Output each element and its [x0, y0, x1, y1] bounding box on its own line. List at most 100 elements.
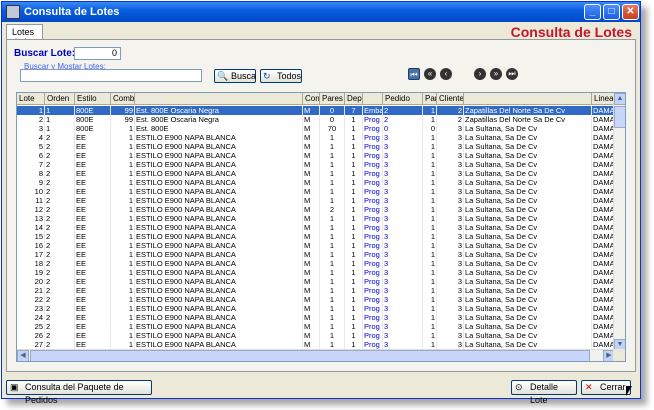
table-row[interactable]: 13 2 EE 1 ESTILO E900 NAPA BLANCA M 1 1 Prog 3 1 3 L… — [17, 214, 616, 223]
table-row[interactable]: 1 1 800E 99 Est. 800E Oscaria Negra M 0 7 Emba 2 1… — [17, 106, 616, 115]
next-record-icon[interactable]: › — [474, 68, 486, 80]
todos-button[interactable]: ↻ Todos — [260, 69, 302, 83]
table-row[interactable]: 25 2 EE 1 ESTILO E900 NAPA BLANCA M 1 1 Prog 3 1 3 L… — [17, 322, 616, 331]
buscar-mostrar-input[interactable] — [20, 69, 202, 82]
last-record-icon[interactable]: ⏭ — [506, 68, 518, 80]
maximize-button[interactable]: □ — [603, 4, 620, 20]
column-header[interactable]: Orden — [45, 93, 75, 105]
column-header[interactable]: Dep. — [345, 93, 363, 105]
table-cell: 14 — [17, 223, 45, 232]
table-cell: 1 — [423, 259, 437, 268]
table-row[interactable]: 5 2 EE 1 ESTILO E900 NAPA BLANCA M 1 1 Prog 3 1 3 La… — [17, 142, 616, 151]
column-header[interactable]: Estilo — [75, 93, 111, 105]
cerrar-button[interactable]: ✕ Cerrar — [581, 380, 631, 395]
close-window-button[interactable]: ✕ — [622, 4, 639, 20]
table-cell: ESTILO E900 NAPA BLANCA — [135, 178, 303, 187]
table-cell: 0 — [423, 124, 437, 133]
table-cell: ESTILO E900 NAPA BLANCA — [135, 286, 303, 295]
table-cell: 1 — [320, 232, 345, 241]
table-cell: 1 — [345, 295, 363, 304]
table-cell: M — [303, 187, 320, 196]
table-cell: Est. 800E Oscaria Negra — [135, 106, 303, 115]
table-cell: 23 — [17, 304, 45, 313]
table-row[interactable]: 4 2 EE 1 ESTILO E900 NAPA BLANCA M 1 1 Prog 3 1 3 La… — [17, 133, 616, 142]
title-bar[interactable]: Consulta de Lotes _ □ ✕ — [2, 2, 640, 22]
table-cell: 3 — [383, 178, 423, 187]
column-header[interactable]: Par — [423, 93, 437, 105]
table-row[interactable]: 16 2 EE 1 ESTILO E900 NAPA BLANCA M 1 1 Prog 3 1 3 L… — [17, 241, 616, 250]
column-header[interactable]: Corr — [303, 93, 320, 105]
table-cell: 1 — [320, 277, 345, 286]
first-record-icon[interactable]: ⏮ — [408, 68, 420, 80]
table-row[interactable]: 2 1 800E 99 Est. 800E Oscaria Negra M 0 1 Prog 2 1… — [17, 115, 616, 124]
app-icon — [6, 5, 20, 19]
column-header[interactable] — [135, 93, 303, 105]
table-cell: 1 — [345, 187, 363, 196]
table-row[interactable]: 26 2 EE 1 ESTILO E900 NAPA BLANCA M 1 1 Prog 3 1 3 L… — [17, 331, 616, 340]
prev-page-icon[interactable]: « — [424, 68, 436, 80]
buscar-lote-input[interactable]: 0 — [74, 47, 121, 60]
next-page-icon[interactable]: » — [490, 68, 502, 80]
table-row[interactable]: 18 2 EE 1 ESTILO E900 NAPA BLANCA M 1 1 Prog 3 1 3 L… — [17, 259, 616, 268]
table-cell: 1 — [423, 214, 437, 223]
table-row[interactable]: 8 2 EE 1 ESTILO E900 NAPA BLANCA M 1 1 Prog 3 1 3 La… — [17, 169, 616, 178]
column-header[interactable] — [464, 93, 592, 105]
table-cell: 27 — [17, 340, 45, 349]
table-cell: 3 — [437, 277, 464, 286]
busca-button[interactable]: 🔍 Busca — [214, 69, 256, 83]
table-row[interactable]: 10 2 EE 1 ESTILO E900 NAPA BLANCA M 1 1 Prog 3 1 3 L… — [17, 187, 616, 196]
table-cell: 1 — [320, 340, 345, 349]
table-cell: ESTILO E900 NAPA BLANCA — [135, 151, 303, 160]
table-row[interactable]: 9 2 EE 1 ESTILO E900 NAPA BLANCA M 1 1 Prog 3 1 3 La… — [17, 178, 616, 187]
table-cell: 1 — [111, 205, 135, 214]
table-row[interactable]: 22 2 EE 1 ESTILO E900 NAPA BLANCA M 1 1 Prog 3 1 3 L… — [17, 295, 616, 304]
prev-record-icon[interactable]: ‹ — [440, 68, 452, 80]
table-row[interactable]: 21 2 EE 1 ESTILO E900 NAPA BLANCA M 1 1 Prog 3 1 3 L… — [17, 286, 616, 295]
minimize-button[interactable]: _ — [584, 4, 601, 20]
consulta-paquete-button[interactable]: ▣ Consulta del Paquete de Pedidos — [6, 380, 152, 405]
table-row[interactable]: 11 2 EE 1 ESTILO E900 NAPA BLANCA M 1 1 Prog 3 1 3 L… — [17, 196, 616, 205]
table-row[interactable]: 17 2 EE 1 ESTILO E900 NAPA BLANCA M 1 1 Prog 3 1 3 L… — [17, 250, 616, 259]
table-cell: 3 — [383, 196, 423, 205]
banner-title: Consulta de Lotes — [510, 24, 632, 40]
column-header[interactable]: Lote — [17, 93, 45, 105]
table-row[interactable]: 27 2 EE 1 ESTILO E900 NAPA BLANCA M 1 1 Prog 3 1 3 L… — [17, 340, 616, 349]
table-row[interactable]: 12 2 EE 1 ESTILO E900 NAPA BLANCA M 2 1 Prog 3 1 3 L… — [17, 205, 616, 214]
table-cell: 1 — [423, 304, 437, 313]
scroll-left-icon[interactable]: ◀ — [17, 350, 29, 361]
table-cell: 1 — [111, 286, 135, 295]
table-cell: 1 — [423, 223, 437, 232]
horizontal-scrollbar[interactable]: ◀ ▶ — [17, 349, 615, 361]
table-row[interactable]: 19 2 EE 1 ESTILO E900 NAPA BLANCA M 1 1 Prog 3 1 3 L… — [17, 268, 616, 277]
vertical-scroll-thumb[interactable] — [614, 106, 625, 128]
table-row[interactable]: 7 2 EE 1 ESTILO E900 NAPA BLANCA M 1 1 Prog 3 1 3 La… — [17, 160, 616, 169]
column-header[interactable]: Pedido — [383, 93, 423, 105]
tab-lotes-orden[interactable]: Lotes de la Orden — [6, 24, 44, 57]
column-header[interactable]: Comb — [111, 93, 135, 105]
table-row[interactable]: 20 2 EE 1 ESTILO E900 NAPA BLANCA M 1 1 Prog 3 1 3 L… — [17, 277, 616, 286]
lotes-grid[interactable]: Lote Orden Estilo Comb Corr Pares Dep. Pedido Pa… — [16, 92, 626, 362]
column-header[interactable]: Cliente — [437, 93, 464, 105]
table-row[interactable]: 14 2 EE 1 ESTILO E900 NAPA BLANCA M 1 1 Prog 3 1 3 L… — [17, 223, 616, 232]
table-row[interactable]: 23 2 EE 1 ESTILO E900 NAPA BLANCA M 1 1 Prog 3 1 3 L… — [17, 304, 616, 313]
table-cell: 3 — [383, 214, 423, 223]
table-cell: ESTILO E900 NAPA BLANCA — [135, 169, 303, 178]
table-row[interactable]: 3 1 800E 1 Est. 800E M 70 1 Prog 0 0 3 La Sultana, S… — [17, 124, 616, 133]
table-row[interactable]: 24 2 EE 1 ESTILO E900 NAPA BLANCA M 1 1 Prog 3 1 3 L… — [17, 313, 616, 322]
table-cell: 1 — [320, 250, 345, 259]
table-cell: 2 — [45, 205, 75, 214]
table-row[interactable]: 15 2 EE 1 ESTILO E900 NAPA BLANCA M 1 1 Prog 3 1 3 L… — [17, 232, 616, 241]
table-cell: ESTILO E900 NAPA BLANCA — [135, 187, 303, 196]
table-row[interactable]: 6 2 EE 1 ESTILO E900 NAPA BLANCA M 1 1 Prog 3 1 3 La… — [17, 151, 616, 160]
table-cell: 3 — [383, 259, 423, 268]
table-cell: M — [303, 259, 320, 268]
table-cell: La Sultana, Sa De Cv — [464, 295, 592, 304]
table-cell: 1 — [111, 151, 135, 160]
horizontal-scroll-thumb[interactable] — [30, 350, 590, 361]
vertical-scrollbar[interactable]: ▲ ▼ — [613, 93, 625, 351]
column-header[interactable] — [363, 93, 383, 105]
column-header[interactable]: Pares — [320, 93, 345, 105]
scroll-up-icon[interactable]: ▲ — [614, 93, 625, 105]
table-cell: 7 — [17, 160, 45, 169]
detalle-lote-button[interactable]: ⊙ Detalle Lote — [511, 380, 577, 405]
